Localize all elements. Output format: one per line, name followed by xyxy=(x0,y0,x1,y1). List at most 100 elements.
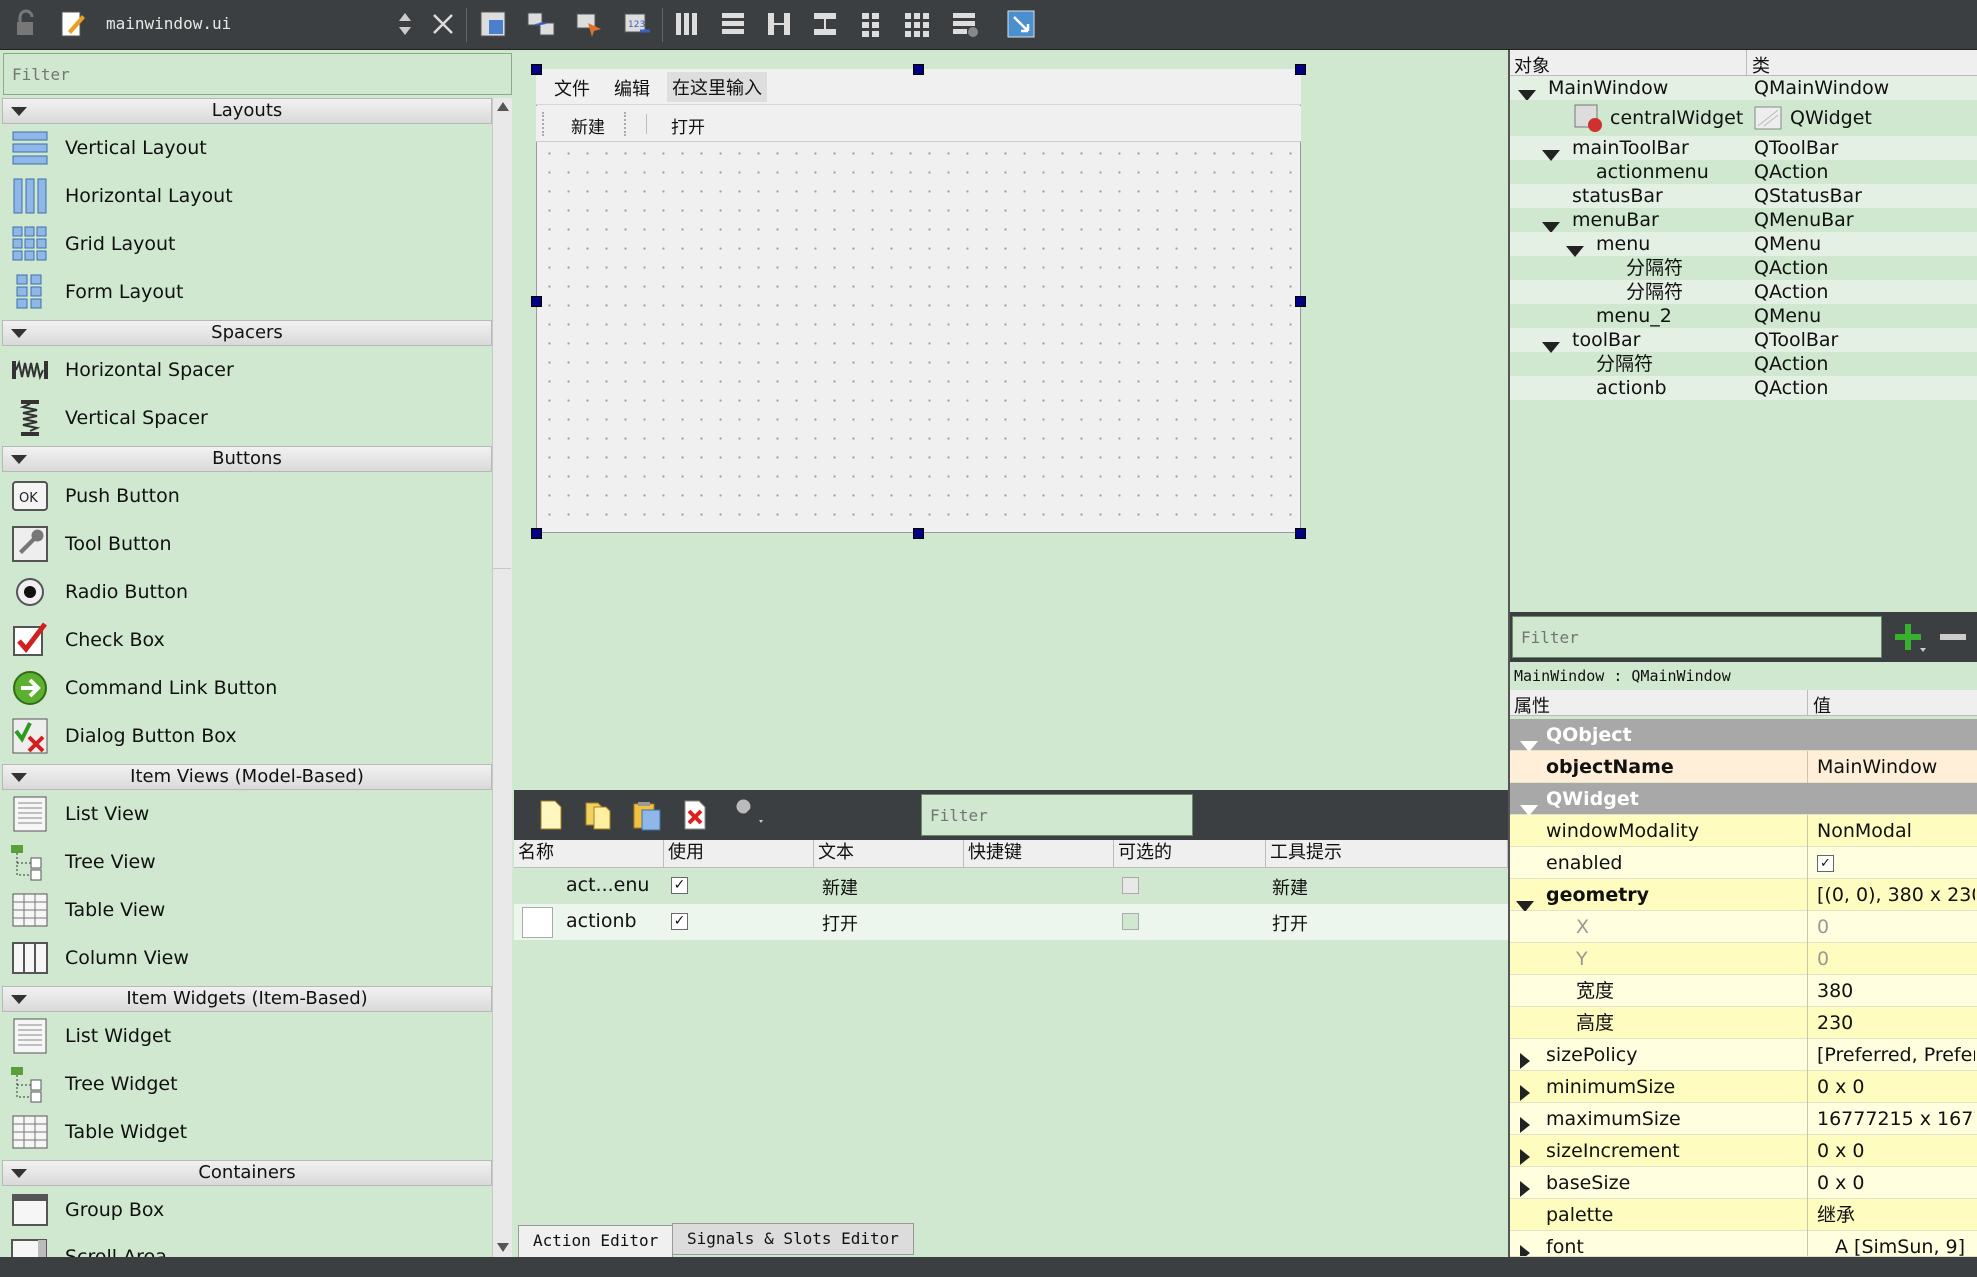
edit-buddies-icon[interactable] xyxy=(574,9,604,39)
table-row[interactable]: act...enu ✓ 新建 新建 xyxy=(514,868,1508,904)
property-palette[interactable]: palette 继承 xyxy=(1510,1199,1977,1231)
property-filter-input[interactable] xyxy=(1512,616,1882,658)
property-sizepolicy[interactable]: sizePolicy[Preferred, Preferre xyxy=(1510,1039,1977,1071)
category-layouts[interactable]: Layouts xyxy=(2,98,492,124)
widget-horizontal-spacer[interactable]: Horizontal Spacer xyxy=(10,348,234,392)
delete-action-icon[interactable] xyxy=(678,798,712,832)
layout-grid-icon[interactable] xyxy=(902,9,932,39)
widget-dialog-button-box[interactable]: Dialog Button Box xyxy=(10,714,237,758)
action-filter-input[interactable] xyxy=(921,794,1193,836)
used-checkbox[interactable]: ✓ xyxy=(671,877,688,894)
resize-handle[interactable] xyxy=(913,528,924,539)
menu-type-here[interactable]: 在这里输入 xyxy=(667,72,767,102)
property-sizeincrement[interactable]: sizeIncrement 0 x 0 xyxy=(1510,1135,1977,1167)
widget-tool-button[interactable]: Tool Button xyxy=(10,522,172,566)
column-header-text[interactable]: 文本 xyxy=(814,840,964,868)
property-value[interactable]: [(0, 0), 380 x 230] xyxy=(1817,879,1975,911)
property-value[interactable]: A [SimSun, 9] xyxy=(1835,1231,1977,1256)
widget-vertical-layout[interactable]: Vertical Layout xyxy=(10,126,207,170)
edit-widgets-icon[interactable] xyxy=(478,9,508,39)
new-action-icon[interactable] xyxy=(534,798,568,832)
widget-grid-layout[interactable]: Grid Layout xyxy=(10,222,176,266)
tree-item-separator[interactable]: 分隔符 QAction xyxy=(1510,280,1977,304)
tree-item-menubar[interactable]: menuBar QMenuBar xyxy=(1510,208,1977,233)
tree-item-mainwindow[interactable]: MainWindow QMainWindow xyxy=(1510,76,1977,101)
layout-form-icon[interactable] xyxy=(856,9,886,39)
menu-edit[interactable]: 编辑 xyxy=(614,75,650,101)
widget-table-view[interactable]: Table View xyxy=(10,888,165,932)
tab-action-editor[interactable]: Action Editor xyxy=(518,1225,674,1257)
widget-group-box[interactable]: Group Box xyxy=(10,1188,164,1232)
toolbar-action-open[interactable]: 打开 xyxy=(671,113,705,138)
layout-vertical-icon[interactable] xyxy=(718,9,748,39)
column-header-value[interactable]: 值 xyxy=(1813,692,1831,718)
widget-horizontal-layout[interactable]: Horizontal Layout xyxy=(10,174,233,218)
property-value[interactable]: 0 x 0 xyxy=(1817,1071,1975,1103)
tree-item-toolbar[interactable]: toolBar QToolBar xyxy=(1510,328,1977,353)
category-buttons[interactable]: Buttons xyxy=(2,446,492,472)
resize-handle[interactable] xyxy=(1295,64,1306,75)
break-layout-icon[interactable] xyxy=(950,9,980,39)
add-property-icon[interactable] xyxy=(1888,618,1928,656)
property-group-qwidget[interactable]: QWidget xyxy=(1510,783,1977,816)
resize-handle[interactable] xyxy=(531,296,542,307)
copy-action-icon[interactable] xyxy=(582,798,616,832)
property-basesize[interactable]: baseSize 0 x 0 xyxy=(1510,1167,1977,1199)
adjust-size-icon[interactable] xyxy=(1006,9,1036,39)
property-geometry-x[interactable]: X0 xyxy=(1510,911,1977,943)
property-value[interactable]: 继承 xyxy=(1817,1199,1975,1231)
column-header-checkable[interactable]: 可选的 xyxy=(1114,840,1266,868)
widget-filter-input[interactable] xyxy=(3,53,512,95)
lock-icon[interactable] xyxy=(10,9,40,39)
property-geometry-height[interactable]: 高度 230 xyxy=(1510,1007,1977,1039)
column-header-used[interactable]: 使用 xyxy=(664,840,814,868)
paste-action-icon[interactable] xyxy=(630,798,664,832)
property-value[interactable]: 0 x 0 xyxy=(1817,1135,1975,1167)
close-icon[interactable] xyxy=(428,9,458,39)
up-down-arrows-icon[interactable] xyxy=(390,9,420,39)
resize-handle[interactable] xyxy=(531,64,542,75)
widget-scroll-area[interactable]: Scroll Area xyxy=(10,1236,492,1257)
edit-signals-icon[interactable] xyxy=(526,9,556,39)
tree-item-actionb[interactable]: actionb QAction xyxy=(1510,376,1977,400)
column-header-class[interactable]: 类 xyxy=(1752,52,1770,78)
property-value[interactable]: 380 xyxy=(1817,975,1975,1007)
widget-list-view[interactable]: List View xyxy=(10,792,149,836)
widget-radio-button[interactable]: Radio Button xyxy=(10,570,188,614)
property-objectname[interactable]: objectName MainWindow xyxy=(1510,751,1977,783)
property-maximumsize[interactable]: maximumSize16777215 x 16777... xyxy=(1510,1103,1977,1135)
column-header-name[interactable]: 名称 xyxy=(514,840,664,868)
column-header-tooltip[interactable]: 工具提示 xyxy=(1266,840,1508,868)
tree-item-actionmenu[interactable]: actionmenu QAction xyxy=(1510,160,1977,184)
widget-table-widget[interactable]: Table Widget xyxy=(10,1110,187,1154)
widget-vertical-spacer[interactable]: Vertical Spacer xyxy=(10,396,208,440)
widget-form-layout[interactable]: Form Layout xyxy=(10,270,184,314)
property-geometry-y[interactable]: Y0 xyxy=(1510,943,1977,975)
tree-item-menu-2[interactable]: menu_2 QMenu xyxy=(1510,304,1977,328)
property-value[interactable]: 16777215 x 16777... xyxy=(1817,1103,1975,1135)
category-item-widgets[interactable]: Item Widgets (Item-Based) xyxy=(2,986,492,1012)
widget-box-scrollbar[interactable] xyxy=(492,98,512,1258)
table-row[interactable]: actionb ✓ 打开 打开 xyxy=(514,904,1508,940)
widget-list-widget[interactable]: List Widget xyxy=(10,1014,171,1058)
property-value[interactable]: 230 xyxy=(1817,1007,1975,1039)
layout-horizontal-splitter-icon[interactable] xyxy=(764,9,794,39)
widget-check-box[interactable]: Check Box xyxy=(10,618,165,662)
checkable-checkbox[interactable] xyxy=(1122,877,1139,894)
property-value[interactable]: MainWindow xyxy=(1817,751,1975,783)
expand-arrow-icon[interactable] xyxy=(1520,1239,1530,1256)
widget-column-view[interactable]: Column View xyxy=(10,936,189,980)
central-widget-grid[interactable] xyxy=(540,144,1295,529)
column-header-object[interactable]: 对象 xyxy=(1514,52,1550,78)
toolbar-action-new[interactable]: 新建 xyxy=(571,113,605,138)
tree-item-centralwidget[interactable]: centralWidget QWidget xyxy=(1510,100,1977,136)
widget-tree-view[interactable]: Tree View xyxy=(10,840,156,884)
property-geometry[interactable]: geometry [(0, 0), 380 x 230] xyxy=(1510,879,1977,912)
property-value[interactable]: 0 x 0 xyxy=(1817,1167,1975,1199)
property-value[interactable]: 0 xyxy=(1817,943,1975,975)
property-minimumsize[interactable]: minimumSize 0 x 0 xyxy=(1510,1071,1977,1103)
tree-item-statusbar[interactable]: statusBar QStatusBar xyxy=(1510,184,1977,208)
edit-tab-order-icon[interactable]: 123 xyxy=(622,9,652,39)
property-value[interactable]: NonModal xyxy=(1817,815,1975,847)
resize-handle[interactable] xyxy=(531,528,542,539)
